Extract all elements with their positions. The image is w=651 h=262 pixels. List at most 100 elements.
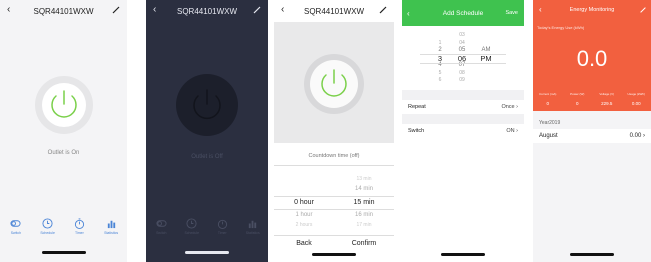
edit-icon[interactable]: [639, 6, 647, 14]
tab-switch[interactable]: Switch: [149, 218, 174, 235]
timer-icon: [217, 219, 227, 229]
confirm-button[interactable]: Confirm: [334, 240, 394, 247]
home-indicator: [441, 253, 485, 256]
usage-value: 0.00: [631, 101, 641, 106]
selected-hour: 3: [437, 53, 443, 63]
divider: [274, 165, 394, 166]
section-gap: [402, 90, 524, 100]
edit-icon[interactable]: [252, 5, 262, 15]
today-label: Today's Energy Use (kWh): [537, 25, 585, 30]
header: ‹ SQR44101WXW: [274, 0, 394, 22]
home-indicator: [41, 251, 86, 254]
energy-monitoring-screen: ‹ Energy Monitoring Today's Energy Use (…: [533, 0, 651, 262]
home-indicator: [185, 251, 229, 254]
page-title: Energy Monitoring: [569, 7, 615, 13]
dimmed-background: [274, 22, 394, 143]
outlet-off-screen: ‹ SQR44101WXW Outlet is Off Switch Sched…: [146, 0, 268, 262]
back-icon[interactable]: ‹: [281, 5, 284, 15]
tab-bar: Switch Schedule Timer Statistics: [146, 218, 268, 240]
divider: [420, 63, 506, 64]
edit-icon[interactable]: [378, 5, 388, 15]
power-icon: [51, 90, 77, 118]
divider: [420, 54, 506, 55]
tab-schedule[interactable]: Schedule: [179, 218, 204, 235]
selected-minute: 06: [457, 53, 467, 63]
page-title: Add Schedule: [442, 9, 484, 17]
timer-icon: [74, 218, 84, 229]
header: ‹ Add Schedule Save: [402, 0, 524, 26]
selected-ampm: PM: [480, 53, 492, 63]
current-value: 0: [546, 101, 549, 106]
clock-icon: [186, 218, 197, 229]
power-icon: [321, 69, 347, 97]
minute-value: 15 min: [353, 199, 375, 206]
chevron-right-icon: ›: [516, 104, 518, 110]
year-label: Year2019: [539, 120, 561, 126]
metric-labels: Current (mA) Power (W) Voltage (V) Usage…: [539, 92, 645, 96]
month-label: August: [539, 133, 558, 139]
divider: [274, 209, 394, 210]
switch-row[interactable]: Switch ON ›: [402, 124, 524, 138]
hour-picker[interactable]: 1 2 3 4 5 6: [432, 32, 448, 85]
tab-timer[interactable]: Timer: [67, 218, 92, 235]
chevron-right-icon: ›: [643, 133, 645, 139]
month-value: 0.00: [629, 133, 642, 139]
action-row: Back Confirm: [274, 240, 394, 247]
add-schedule-screen: ‹ Add Schedule Save 1 2 3 4 5 6 03 04 05…: [402, 0, 524, 262]
countdown-screen: ‹ SQR44101WXW Countdown time (off) 13 mi…: [274, 0, 394, 262]
voltage-value: 229.5: [601, 101, 613, 106]
outlet-status: Outlet is On: [47, 150, 80, 156]
bar-chart-icon: [107, 220, 115, 229]
edit-icon[interactable]: [111, 5, 121, 15]
month-row[interactable]: August 0.00 ›: [533, 129, 651, 143]
picker-row[interactable]: 1 hour 16 min: [274, 212, 394, 218]
hour-value: 0 hour: [294, 199, 314, 206]
switch-label: Switch: [408, 128, 425, 134]
picker-row[interactable]: 2 hours 17 min: [274, 222, 394, 228]
home-indicator: [570, 253, 614, 256]
tab-schedule[interactable]: Schedule: [35, 218, 60, 235]
outlet-on-screen: ‹ SQR44101WXW Outlet is On Switch Schedu…: [0, 0, 127, 262]
repeat-value: Once: [501, 104, 515, 110]
toggle-icon: [10, 220, 21, 227]
chevron-right-icon: ›: [516, 128, 518, 134]
clock-icon: [42, 218, 53, 229]
switch-value: ON: [506, 128, 515, 134]
picker-selected-row[interactable]: 0 hour 15 min: [274, 199, 394, 206]
back-icon[interactable]: ‹: [407, 9, 410, 18]
picker-row[interactable]: 13 min: [274, 176, 394, 182]
countdown-title: Countdown time (off): [308, 153, 360, 159]
back-button[interactable]: Back: [274, 240, 334, 247]
toggle-icon: [156, 220, 167, 227]
device-title: SQR44101WXW: [33, 6, 94, 16]
minute-picker[interactable]: 03 04 05 06 07 08 09: [452, 32, 472, 85]
header: ‹ SQR44101WXW: [0, 0, 127, 22]
energy-header: ‹ Energy Monitoring Today's Energy Use (…: [533, 0, 651, 111]
tab-statistics[interactable]: Statistics: [240, 218, 265, 235]
repeat-row[interactable]: Repeat Once ›: [402, 100, 524, 114]
energy-value: 0.0: [576, 46, 608, 71]
bar-chart-icon: [249, 220, 257, 229]
tab-statistics[interactable]: Statistics: [99, 218, 124, 235]
picker-row[interactable]: 14 min: [274, 186, 394, 192]
tab-bar: Switch Schedule Timer Statistics: [0, 218, 127, 240]
outlet-status: Outlet is Off: [191, 154, 223, 160]
home-indicator: [312, 253, 356, 256]
section-gap: [402, 114, 524, 124]
device-title: SQR44101WXW: [303, 6, 365, 16]
metric-values: 0 0 229.5 0.00: [533, 101, 651, 106]
back-icon[interactable]: ‹: [7, 5, 10, 15]
back-icon[interactable]: ‹: [153, 5, 156, 15]
divider: [274, 196, 394, 197]
header: ‹ SQR44101WXW: [146, 0, 268, 22]
device-title: SQR44101WXW: [176, 6, 238, 16]
tab-timer[interactable]: Timer: [210, 218, 235, 235]
power-button[interactable]: [35, 76, 93, 134]
save-button[interactable]: Save: [505, 10, 518, 16]
power-value: 0: [575, 101, 579, 106]
tab-switch[interactable]: Switch: [3, 218, 28, 235]
power-button[interactable]: [176, 74, 238, 136]
repeat-label: Repeat: [408, 104, 426, 110]
divider: [274, 235, 394, 236]
power-icon: [193, 89, 221, 120]
